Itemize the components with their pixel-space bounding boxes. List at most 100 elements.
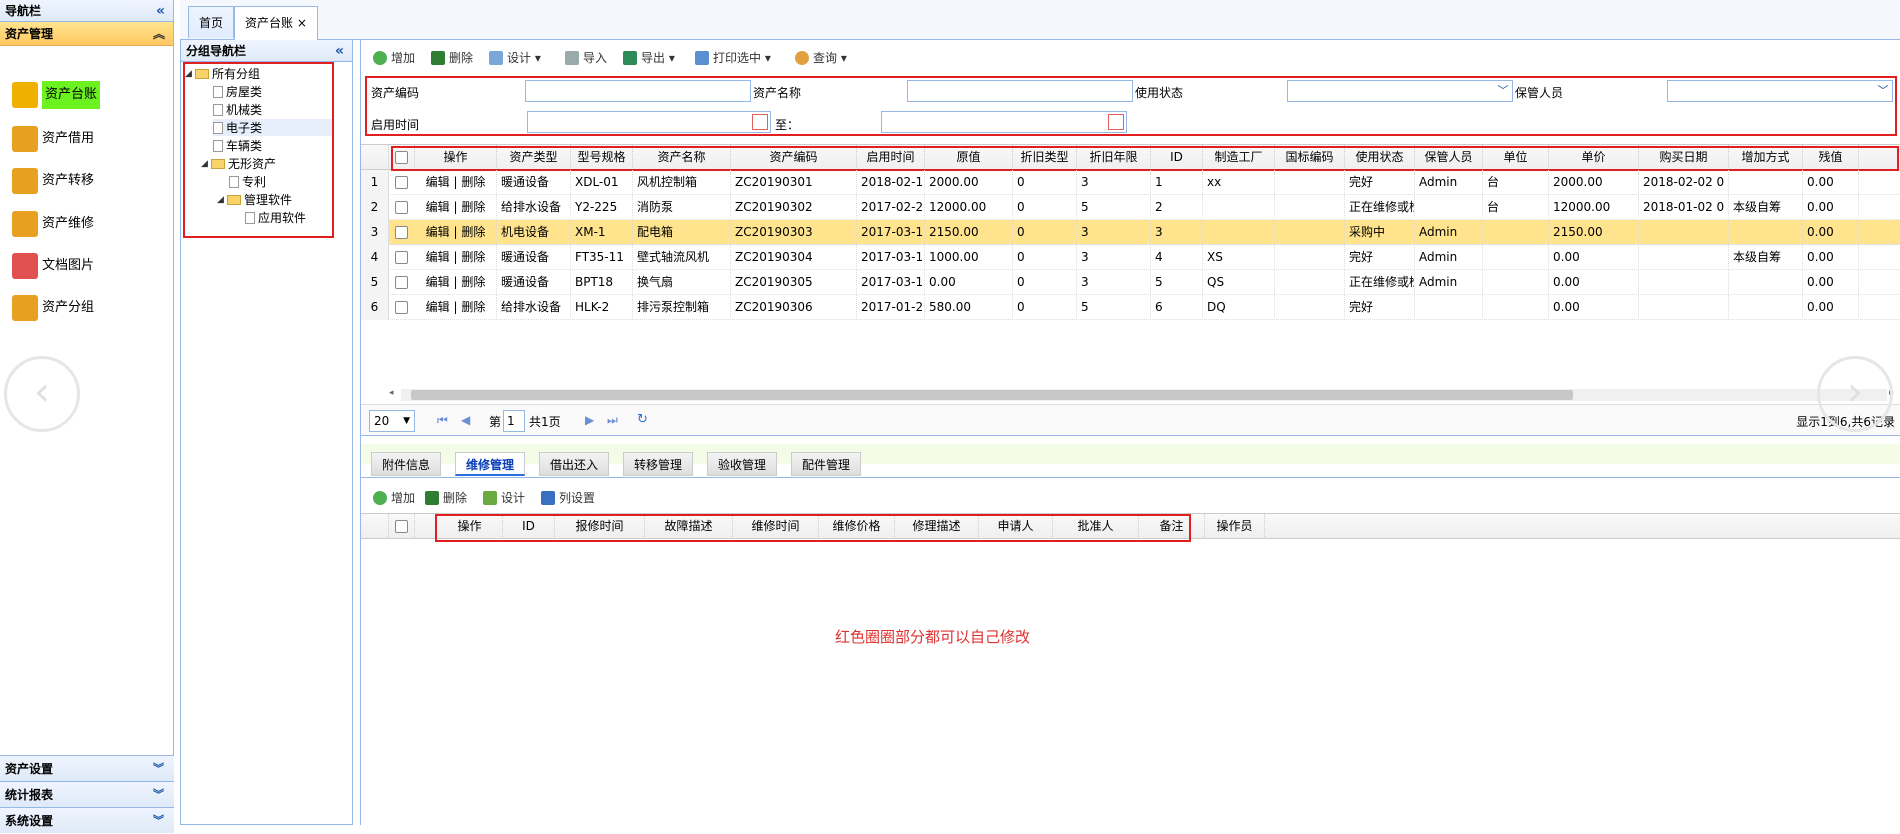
table-cell: [1639, 245, 1729, 270]
table-cell: [1415, 295, 1483, 320]
collapse-left-icon[interactable]: «: [156, 0, 165, 22]
refresh-icon[interactable]: ↻: [637, 412, 648, 427]
row-actions[interactable]: 编辑 | 删除: [415, 245, 497, 270]
import-button[interactable]: 导入: [565, 46, 607, 70]
add-button[interactable]: 增加: [373, 46, 415, 70]
table-cell: ZC20190305: [731, 270, 857, 295]
horizontal-scrollbar[interactable]: [401, 389, 1887, 401]
table-cell: 0.00: [1549, 270, 1639, 295]
query-button[interactable]: 查询 ▾: [795, 46, 847, 70]
page-size-select[interactable]: 20 ▼: [369, 410, 415, 432]
chevron-down-icon[interactable]: ︾: [153, 756, 164, 782]
collapse-left-icon[interactable]: «: [335, 40, 344, 62]
table-row[interactable]: 4 编辑 | 删除 暖通设备 FT35-11 壁式轴流风机 ZC20190304 2017-…: [361, 245, 1900, 270]
chevron-up-icon[interactable]: ︽: [153, 22, 165, 46]
delete-button[interactable]: 删除: [431, 46, 473, 70]
row-actions[interactable]: 编辑 | 删除: [415, 220, 497, 245]
table-row[interactable]: 2 编辑 | 删除 给排水设备 Y2-225 消防泵 ZC20190302 2017-02-…: [361, 195, 1900, 220]
table-cell: 0: [1013, 220, 1077, 245]
table-cell: 2017-03-1: [857, 220, 925, 245]
sub-design-button[interactable]: 设计: [483, 486, 525, 510]
accordion-asset-settings[interactable]: 资产设置 ︾: [0, 755, 174, 781]
table-cell: [1415, 195, 1483, 220]
prev-page-icon[interactable]: ◀: [461, 413, 470, 427]
chevron-down-icon[interactable]: ︾: [153, 808, 164, 834]
scroll-left-icon[interactable]: ◂: [389, 388, 394, 398]
row-checkbox[interactable]: [395, 276, 408, 289]
page-prefix: 第: [489, 415, 502, 429]
subtab-acceptance[interactable]: 验收管理: [707, 452, 778, 476]
nav-item-asset-group[interactable]: 资产分组: [12, 294, 94, 322]
column-settings-button[interactable]: 列设置: [541, 486, 595, 510]
nav-item-asset-ledger[interactable]: 资产台账: [12, 81, 101, 109]
plus-icon: [373, 51, 387, 65]
subtab-parts[interactable]: 配件管理: [791, 452, 862, 476]
subtab-attachments[interactable]: 附件信息: [371, 452, 442, 476]
nav-item-asset-repair[interactable]: 资产维修: [12, 210, 94, 238]
nav-item-asset-borrow[interactable]: 资产借用: [12, 125, 94, 153]
row-actions[interactable]: 编辑 | 删除: [415, 295, 497, 320]
row-checkbox[interactable]: [395, 201, 408, 214]
table-cell: ZC20190302: [731, 195, 857, 220]
close-icon[interactable]: ×: [297, 16, 307, 30]
table-cell: 给排水设备: [497, 295, 571, 320]
table-row[interactable]: 6 编辑 | 删除 给排水设备 HLK-2 排污泵控制箱 ZC20190306 2017-0…: [361, 295, 1900, 320]
prev-arrow-icon[interactable]: ‹: [4, 356, 80, 432]
table-cell: [1275, 220, 1345, 245]
first-page-icon[interactable]: ⏮: [437, 413, 448, 428]
sub-add-button[interactable]: 增加: [373, 486, 415, 510]
table-cell: 2150.00: [925, 220, 1013, 245]
row-checkbox[interactable]: [395, 251, 408, 264]
scrollbar-thumb[interactable]: [411, 390, 1573, 400]
table-cell: Admin: [1415, 170, 1483, 195]
table-cell: 0.00: [1803, 170, 1859, 195]
chevron-down-icon[interactable]: ︾: [153, 782, 164, 808]
subtab-maintenance[interactable]: 维修管理: [455, 452, 526, 476]
export-button[interactable]: 导出 ▾: [623, 46, 675, 70]
table-cell: 2000.00: [1549, 170, 1639, 195]
accordion-asset-management[interactable]: 资产管理 ︽: [0, 22, 173, 46]
row-actions[interactable]: 编辑 | 删除: [415, 270, 497, 295]
table-cell: 3: [1151, 220, 1203, 245]
tab-asset-ledger[interactable]: 资产台账 ×: [234, 6, 318, 40]
next-arrow-icon[interactable]: ›: [1817, 356, 1893, 432]
left-navigation: 导航栏 « 资产管理 ︽ 资产台账 资产借用 资产转移 资产维修 文档图片 资产分组…: [0, 0, 174, 833]
row-number: 2: [361, 195, 389, 220]
accordion-title: 资产管理: [5, 27, 54, 41]
tab-home[interactable]: 首页: [188, 6, 235, 38]
accordion-reports[interactable]: 统计报表 ︾: [0, 781, 174, 807]
plus-icon: [373, 491, 387, 505]
table-row[interactable]: 5 编辑 | 删除 暖通设备 BPT18 换气扇 ZC20190305 2017-03-1 0…: [361, 270, 1900, 295]
print-button[interactable]: 打印选中 ▾: [695, 46, 771, 70]
table-row[interactable]: 3 编辑 | 删除 机电设备 XM-1 配电箱 ZC20190303 2017-03-1 21…: [361, 220, 1900, 245]
sub-delete-button[interactable]: 删除: [425, 486, 467, 510]
nav-item-asset-transfer[interactable]: 资产转移: [12, 167, 94, 195]
row-actions[interactable]: 编辑 | 删除: [415, 195, 497, 220]
sub-select-all-checkbox[interactable]: [395, 520, 408, 533]
design-button[interactable]: 设计 ▾: [489, 46, 541, 70]
table-cell: Admin: [1415, 245, 1483, 270]
table-cell: 完好: [1345, 295, 1415, 320]
table-cell: [1275, 270, 1345, 295]
row-checkbox[interactable]: [395, 176, 408, 189]
row-checkbox[interactable]: [395, 301, 408, 314]
page-input[interactable]: 1: [503, 410, 525, 432]
import-icon: [565, 51, 579, 65]
subtab-lending[interactable]: 借出还入: [539, 452, 610, 476]
table-cell: Admin: [1415, 270, 1483, 295]
last-page-icon[interactable]: ⏭: [607, 413, 618, 428]
row-checkbox[interactable]: [395, 226, 408, 239]
table-cell: XS: [1203, 245, 1275, 270]
next-page-icon[interactable]: ▶: [585, 413, 594, 427]
accordion-system-settings[interactable]: 系统设置 ︾: [0, 807, 174, 833]
table-cell: 0.00: [1803, 195, 1859, 220]
nav-item-documents[interactable]: 文档图片: [12, 252, 94, 280]
row-number: 4: [361, 245, 389, 270]
table-row[interactable]: 1 编辑 | 删除 暖通设备 XDL-01 风机控制箱 ZC20190301 2018-02…: [361, 170, 1900, 195]
table-cell: 完好: [1345, 245, 1415, 270]
sub-column-header[interactable]: 操作员: [1205, 514, 1265, 539]
subtab-transfer[interactable]: 转移管理: [623, 452, 694, 476]
table-cell: 排污泵控制箱: [633, 295, 731, 320]
table-cell: 暖通设备: [497, 245, 571, 270]
row-actions[interactable]: 编辑 | 删除: [415, 170, 497, 195]
